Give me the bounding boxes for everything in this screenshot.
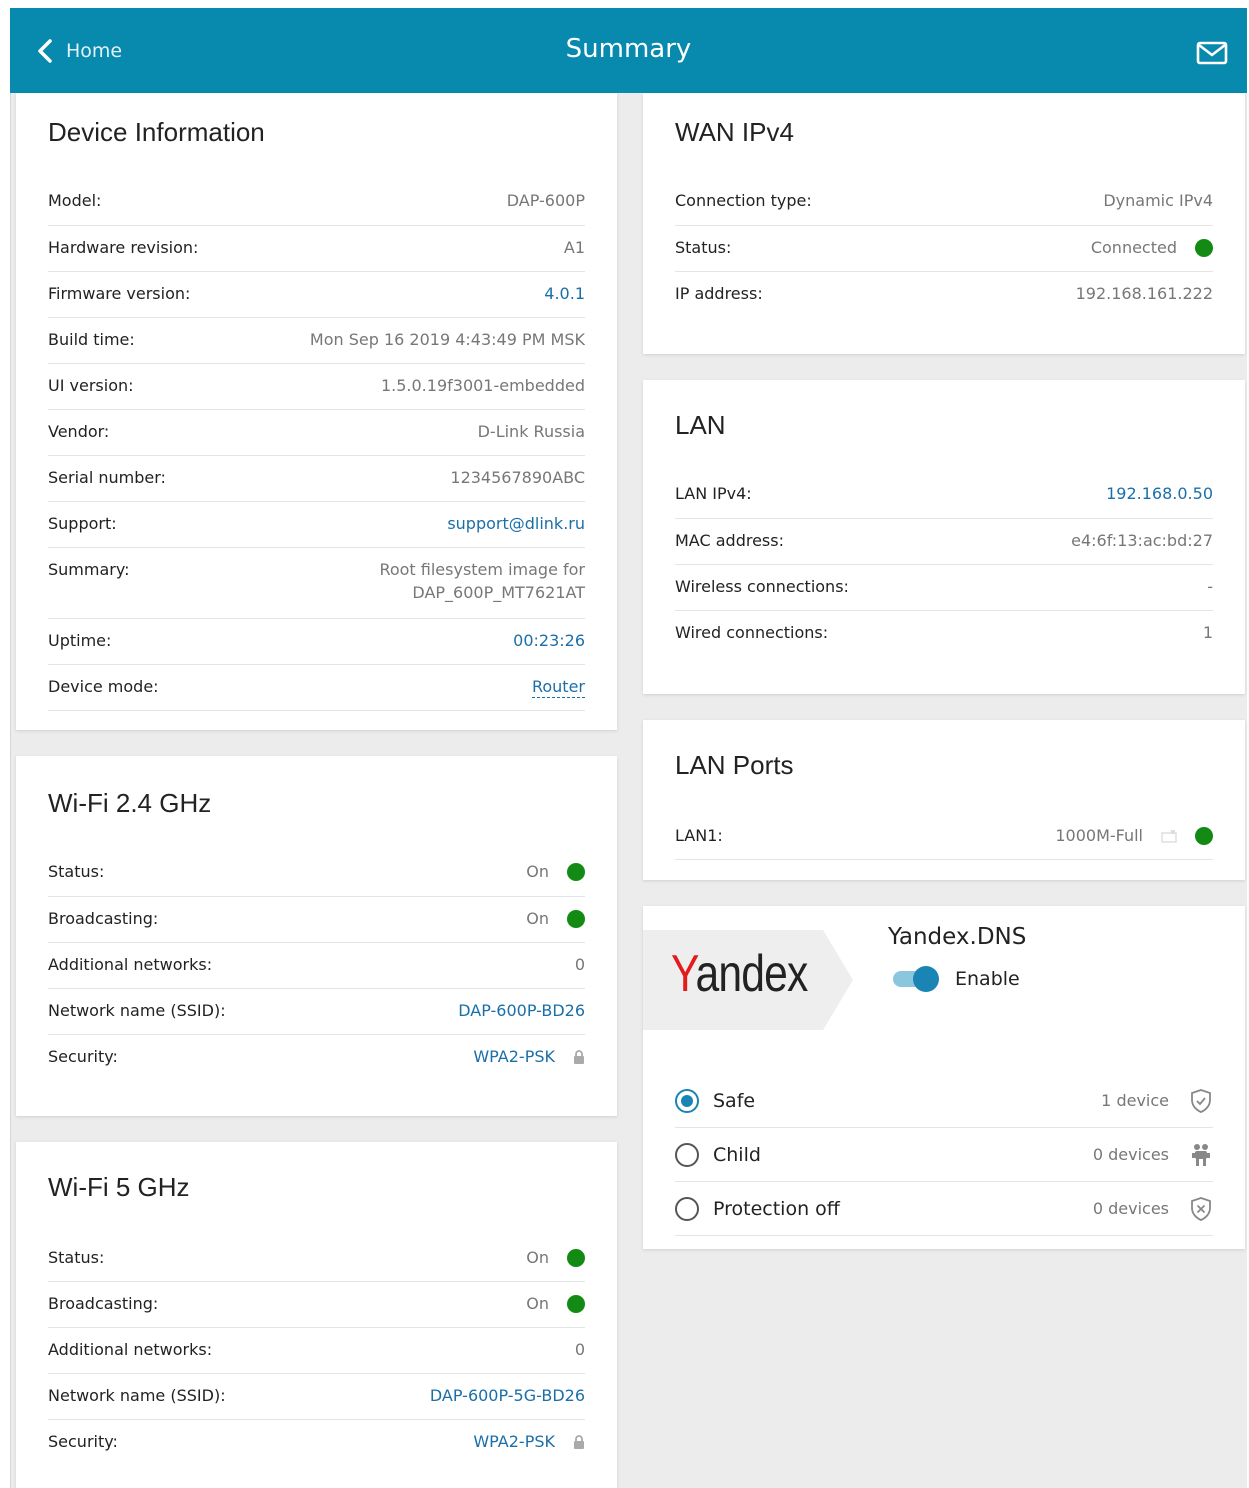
row-status: Status: On [48, 1236, 585, 1282]
row-security: Security: WPA2-PSK [48, 1035, 585, 1081]
row-additional-networks: Additional networks: 0 [48, 1328, 585, 1374]
device-information-card: Device Information Model: DAP-600P Hardw… [16, 93, 617, 730]
lan-card: LAN LAN IPv4: 192.168.0.50 MAC address: … [643, 380, 1245, 694]
row-model: Model: DAP-600P [48, 179, 585, 226]
radio-child[interactable] [675, 1142, 699, 1167]
row-security: Security: WPA2-PSK [48, 1420, 585, 1466]
lan-ports-card: LAN Ports LAN1: 1000M-Full [643, 720, 1245, 880]
row-additional-networks: Additional networks: 0 [48, 943, 585, 989]
row-status: Status: Connected [675, 226, 1213, 272]
lock-icon [574, 1049, 584, 1064]
row-uptime: Uptime: 00:23:26 [48, 619, 585, 665]
row-firmware-version: Firmware version: 4.0.1 [48, 272, 585, 318]
card-title: LAN [675, 410, 726, 440]
row-build-time: Build time: Mon Sep 16 2019 4:43:49 PM M… [48, 318, 585, 364]
card-title: Device Information [48, 117, 265, 147]
yandex-dns-toggle[interactable] [893, 966, 939, 992]
status-indicator [567, 1248, 585, 1267]
shield-check-icon [1191, 1088, 1211, 1113]
dns-option-safe[interactable]: Safe 1 device [675, 1074, 1213, 1128]
support-email-link[interactable]: support@dlink.ru [447, 502, 585, 533]
row-hardware-revision: Hardware revision: A1 [48, 226, 585, 272]
dns-option-child[interactable]: Child 0 devices [675, 1128, 1213, 1182]
wan-ipv4-card: WAN IPv4 Connection type: Dynamic IPv4 S… [643, 93, 1245, 354]
lan-ip-link[interactable]: 192.168.0.50 [1106, 472, 1213, 503]
top-bar: Home Summary [10, 8, 1247, 93]
radio-protection-off[interactable] [675, 1196, 699, 1221]
yandex-logo: Yandex [671, 945, 808, 1003]
row-support: Support: support@dlink.ru [48, 502, 585, 548]
row-ip-address: IP address: 192.168.161.222 [675, 284, 1213, 303]
status-indicator [1195, 238, 1213, 257]
row-mac-address: MAC address: e4:6f:13:ac:bd:27 [675, 519, 1213, 565]
status-indicator [567, 862, 585, 881]
row-lan-ipv4: LAN IPv4: 192.168.0.50 [675, 472, 1213, 519]
row-ui-version: UI version: 1.5.0.19f3001-embedded [48, 364, 585, 410]
wifi-5ghz-card: Wi-Fi 5 GHz Status: On Broadcasting: On … [16, 1142, 617, 1488]
shield-x-icon [1191, 1196, 1211, 1221]
lock-icon [574, 1434, 584, 1449]
row-device-mode: Device mode: Router [48, 665, 585, 711]
row-broadcasting: Broadcasting: On [48, 897, 585, 943]
card-title: Wi-Fi 2.4 GHz [48, 788, 212, 818]
security-link[interactable]: WPA2-PSK [473, 1432, 555, 1451]
row-status: Status: On [48, 850, 585, 897]
ssid-link[interactable]: DAP-600P-5G-BD26 [430, 1374, 585, 1405]
row-lan1: LAN1: 1000M-Full [675, 814, 1213, 860]
row-ssid: Network name (SSID): DAP-600P-BD26 [48, 989, 585, 1035]
row-broadcasting: Broadcasting: On [48, 1282, 585, 1328]
ethernet-port-icon [1161, 829, 1177, 843]
card-title: WAN IPv4 [675, 117, 794, 147]
row-wireless-connections: Wireless connections: - [675, 565, 1213, 611]
yandex-dns-card: Yandex Yandex.DNS Enable Safe 1 device C… [643, 906, 1245, 1249]
device-mode-link[interactable]: Router [531, 677, 585, 698]
row-summary: Summary: Root filesystem image for DAP_6… [48, 548, 585, 619]
row-wired-connections: Wired connections: 1 [675, 623, 1213, 642]
dns-option-protection-off[interactable]: Protection off 0 devices [675, 1182, 1213, 1236]
port-status-indicator [1195, 826, 1213, 845]
row-connection-type: Connection type: Dynamic IPv4 [675, 179, 1213, 226]
card-title: Wi-Fi 5 GHz [48, 1172, 190, 1202]
radio-safe[interactable] [675, 1088, 699, 1113]
enable-label: Enable [955, 968, 1020, 990]
wifi-24ghz-card: Wi-Fi 2.4 GHz Status: On Broadcasting: O… [16, 756, 617, 1116]
security-link[interactable]: WPA2-PSK [473, 1047, 555, 1066]
page-title: Summary [565, 34, 692, 64]
status-indicator [567, 909, 585, 928]
child-icon [1192, 1143, 1210, 1166]
row-vendor: Vendor: D-Link Russia [48, 410, 585, 456]
status-indicator [567, 1294, 585, 1313]
ssid-link[interactable]: DAP-600P-BD26 [458, 989, 585, 1020]
row-serial-number: Serial number: 1234567890ABC [48, 456, 585, 502]
yandex-dns-title: Yandex.DNS [888, 924, 1027, 950]
row-ssid: Network name (SSID): DAP-600P-5G-BD26 [48, 1374, 585, 1420]
mail-icon[interactable] [1195, 40, 1229, 66]
firmware-link[interactable]: 4.0.1 [544, 272, 585, 303]
card-title: LAN Ports [675, 750, 794, 780]
